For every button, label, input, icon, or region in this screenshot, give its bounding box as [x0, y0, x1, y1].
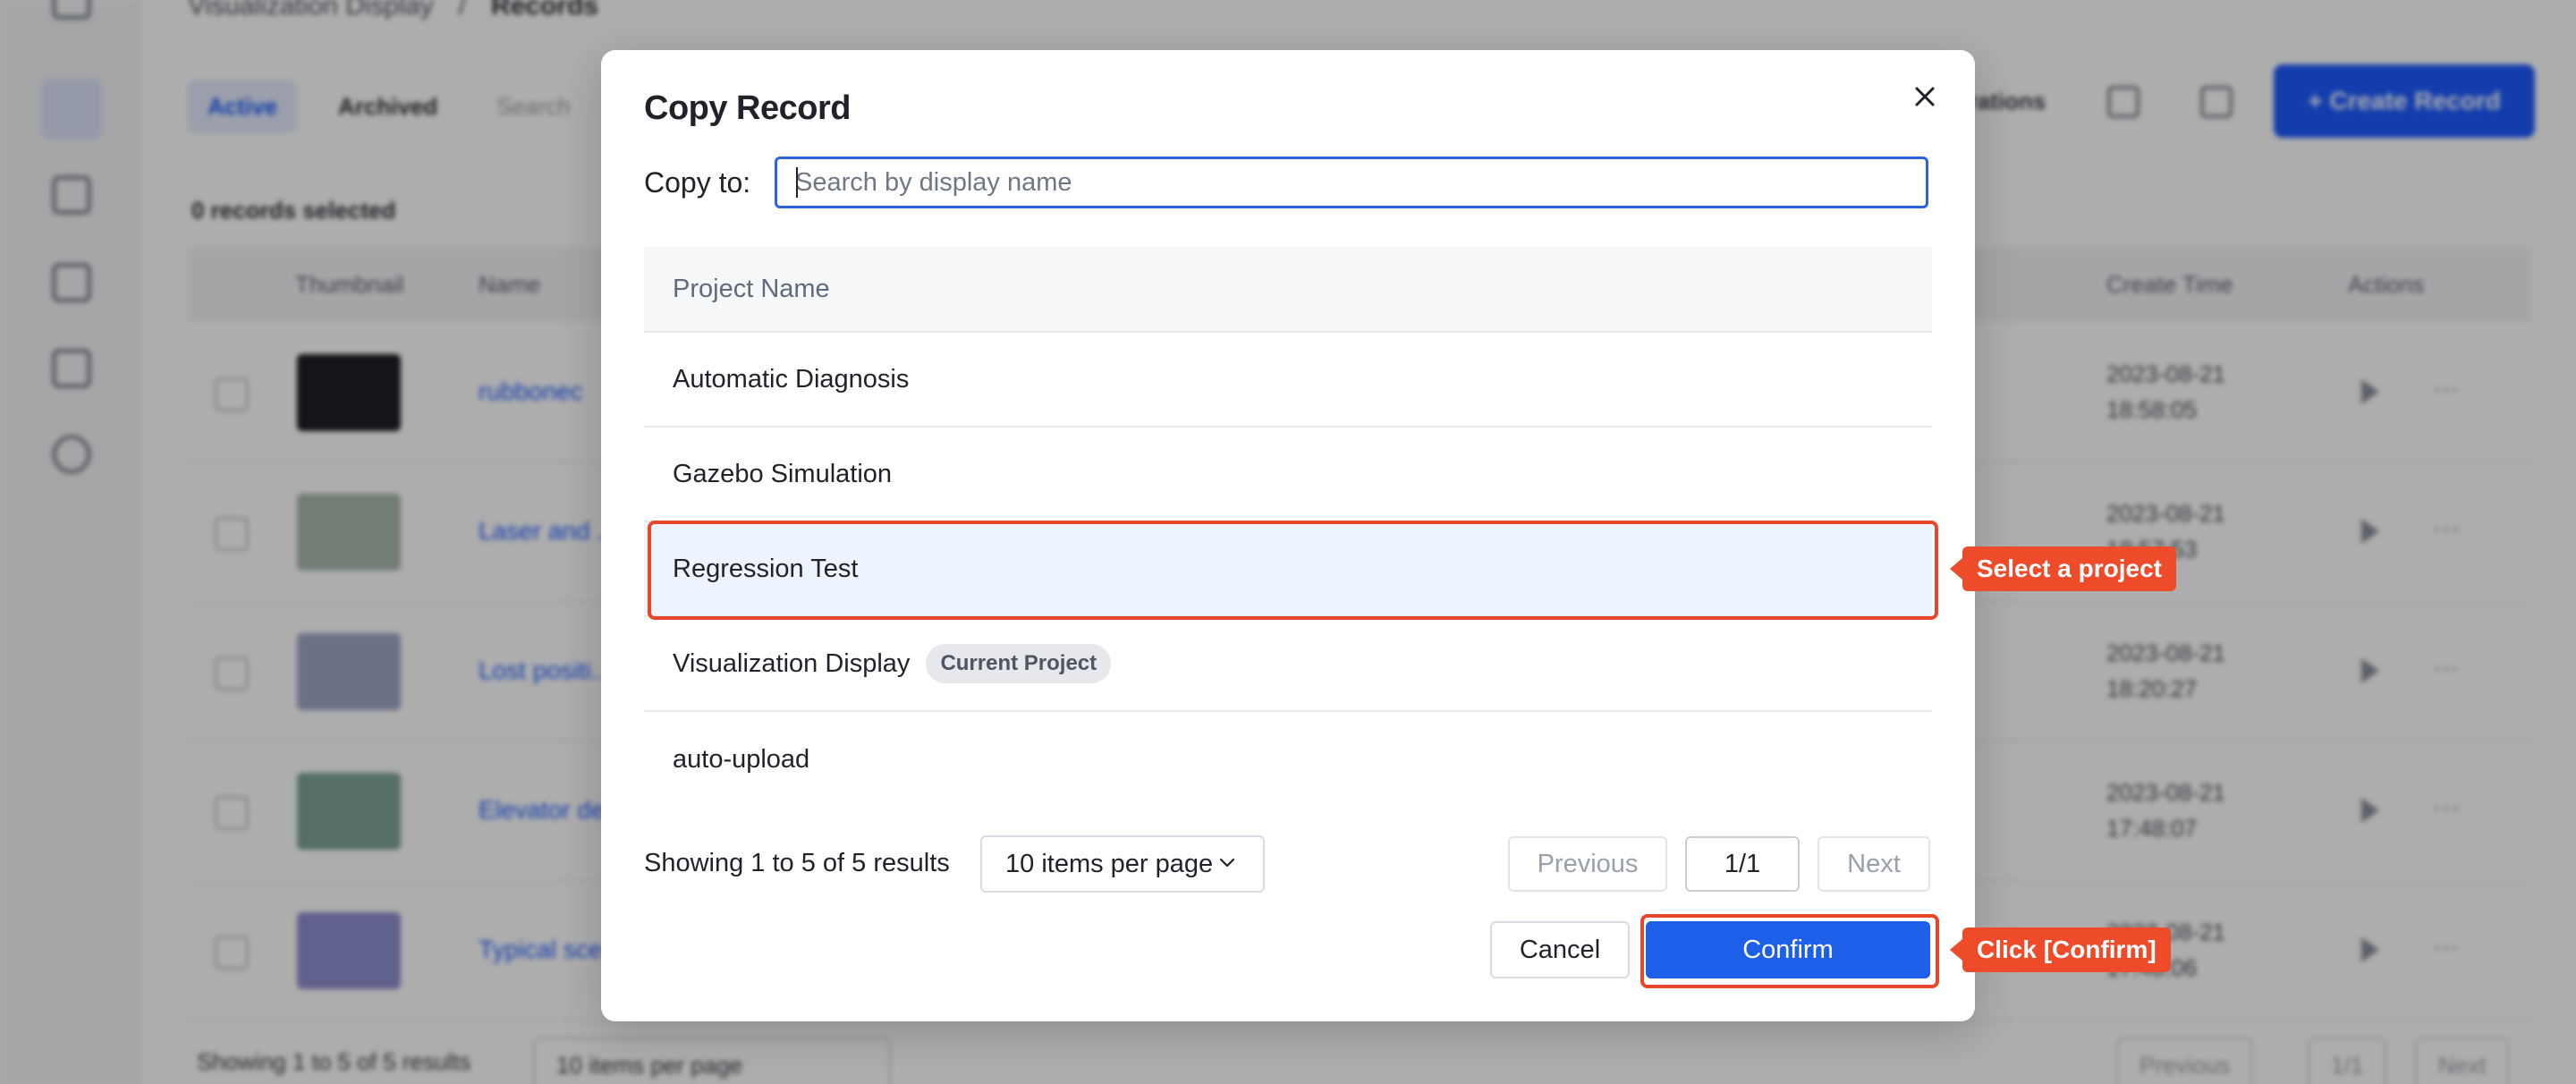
cancel-button[interactable]: Cancel [1490, 921, 1630, 978]
dialog-title: Copy Record [644, 89, 851, 127]
select-project-callout: Select a project [1950, 546, 2176, 591]
next-page-button[interactable]: Next [1818, 836, 1930, 892]
text-caret [796, 167, 798, 198]
project-name: Automatic Diagnosis [673, 364, 910, 394]
project-table: Project Name Automatic Diagnosis Gazebo … [644, 247, 1932, 807]
copy-record-dialog: Copy Record Copy to: Project Name Automa… [601, 50, 1975, 1021]
project-name: auto-upload [673, 744, 810, 774]
project-name-header: Project Name [644, 247, 1932, 333]
project-name: Visualization Display [673, 648, 911, 678]
current-project-badge: Current Project [926, 644, 1112, 683]
chevron-down-icon [1219, 858, 1235, 868]
close-button[interactable] [1905, 77, 1945, 116]
project-row-automatic-diagnosis[interactable]: Automatic Diagnosis [644, 333, 1932, 428]
project-name: Regression Test [673, 554, 859, 583]
items-per-page-select[interactable]: 10 items per page [980, 835, 1265, 893]
page-indicator[interactable]: 1/1 [1685, 836, 1800, 892]
project-row-auto-upload[interactable]: auto-upload [644, 712, 1932, 807]
project-name: Gazebo Simulation [673, 459, 893, 488]
per-page-value: 10 items per page [1005, 849, 1214, 878]
results-summary: Showing 1 to 5 of 5 results [644, 849, 950, 877]
copy-to-label: Copy to: [644, 166, 751, 199]
project-row-regression-test[interactable]: Regression Test [644, 522, 1932, 617]
confirm-button[interactable]: Confirm [1646, 921, 1930, 978]
close-icon [1915, 87, 1935, 106]
previous-page-button[interactable]: Previous [1508, 836, 1667, 892]
project-search-input[interactable] [775, 157, 1928, 208]
project-row-gazebo-simulation[interactable]: Gazebo Simulation [644, 428, 1932, 522]
click-confirm-callout: Click [Confirm] [1950, 927, 2171, 972]
project-row-visualization-display[interactable]: Visualization Display Current Project [644, 617, 1932, 712]
